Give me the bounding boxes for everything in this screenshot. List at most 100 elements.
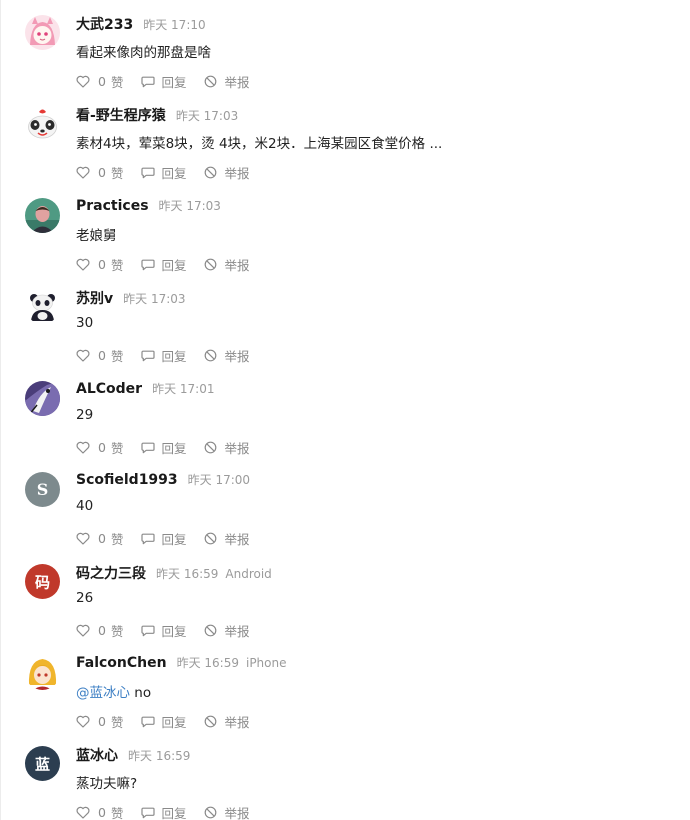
report-button[interactable]: 举报 <box>204 438 250 457</box>
avatar[interactable] <box>25 289 60 324</box>
username[interactable]: FalconChen <box>76 655 167 671</box>
avatar[interactable]: 蓝 <box>25 746 60 781</box>
like-count: 0 <box>98 74 106 89</box>
mention-link[interactable]: @蓝冰心 <box>76 685 130 701</box>
avatar[interactable] <box>25 655 60 690</box>
like-button[interactable]: 0 赞 <box>76 712 123 731</box>
like-count: 0 <box>98 531 106 546</box>
comment-bubble-icon <box>141 259 156 271</box>
report-label: 举报 <box>224 166 250 181</box>
ban-icon <box>205 532 217 545</box>
report-button[interactable]: 举报 <box>204 803 250 820</box>
reply-label: 回复 <box>161 715 187 730</box>
comment-text: 蒸功夫嘛? <box>76 776 138 792</box>
avatar-letter: 码 <box>35 574 50 592</box>
like-label: 赞 <box>110 258 124 273</box>
comment-actions: 0 赞 回复 举报 <box>76 163 250 182</box>
like-count: 0 <box>98 440 106 455</box>
timestamp: 昨天 16:59 <box>156 567 219 581</box>
like-count: 0 <box>98 257 106 272</box>
timestamp: 昨天 17:01 <box>152 382 215 396</box>
reply-button[interactable]: 回复 <box>141 529 186 548</box>
like-count: 0 <box>98 805 106 820</box>
like-count: 0 <box>98 623 106 638</box>
ban-icon <box>205 806 217 819</box>
reply-label: 回复 <box>161 349 187 364</box>
username[interactable]: 码之力三段 <box>76 563 146 583</box>
avatar[interactable] <box>25 106 60 141</box>
comment-text: 老娘舅 <box>76 228 117 244</box>
reply-button[interactable]: 回复 <box>141 255 186 274</box>
comment-text: 30 <box>76 315 94 331</box>
comment-actions: 0 赞 回复 举报 <box>76 803 250 820</box>
like-label: 赞 <box>110 349 124 364</box>
reply-label: 回复 <box>161 441 187 456</box>
report-button[interactable]: 举报 <box>204 163 250 182</box>
report-label: 举报 <box>224 75 250 90</box>
report-button[interactable]: 举报 <box>204 255 250 274</box>
username[interactable]: Practices <box>76 198 149 214</box>
comment-bubble-icon <box>141 716 156 728</box>
report-label: 举报 <box>224 258 250 273</box>
heart-icon <box>76 75 90 88</box>
heart-icon <box>76 806 90 819</box>
like-button[interactable]: 0 赞 <box>76 255 123 274</box>
like-button[interactable]: 0 赞 <box>76 529 123 548</box>
device-label: Android <box>225 567 272 581</box>
username[interactable]: 苏别v <box>76 288 113 308</box>
like-button[interactable]: 0 赞 <box>76 163 123 182</box>
comment-item: 大武233 昨天 17:10 看起来像肉的那盘是啥 0 赞 回复 举报 <box>0 10 690 101</box>
avatar[interactable] <box>25 198 60 233</box>
like-count: 0 <box>98 348 106 363</box>
comment-item: Practices 昨天 17:03 老娘舅 0 赞 回复 举报 <box>0 193 690 284</box>
report-button[interactable]: 举报 <box>204 529 250 548</box>
comment-item: 蓝 蓝冰心 昨天 16:59 蒸功夫嘛? 0 赞 回复 举报 <box>0 741 690 820</box>
comment-item: 苏别v 昨天 17:03 30 0 赞 回复 举报 <box>0 284 690 375</box>
report-button[interactable]: 举报 <box>204 621 250 640</box>
reply-button[interactable]: 回复 <box>141 438 186 457</box>
reply-button[interactable]: 回复 <box>141 712 186 731</box>
reply-button[interactable]: 回复 <box>141 621 186 640</box>
reply-button[interactable]: 回复 <box>141 803 186 820</box>
reply-label: 回复 <box>161 532 187 547</box>
heart-icon <box>76 166 90 179</box>
like-label: 赞 <box>110 441 124 456</box>
comment-text: 40 <box>76 498 94 514</box>
comment-item: S Scofield1993 昨天 17:00 40 0 赞 回复 举报 <box>0 467 690 558</box>
report-label: 举报 <box>224 349 250 364</box>
like-button[interactable]: 0 赞 <box>76 438 123 457</box>
avatar[interactable] <box>25 15 60 50</box>
username[interactable]: Scofield1993 <box>76 472 178 488</box>
avatar[interactable]: 码 <box>25 564 60 599</box>
report-button[interactable]: 举报 <box>204 712 250 731</box>
avatar[interactable]: S <box>25 472 60 507</box>
report-button[interactable]: 举报 <box>204 72 250 91</box>
reply-button[interactable]: 回复 <box>141 163 186 182</box>
timestamp: 昨天 17:10 <box>143 18 206 32</box>
username[interactable]: ALCoder <box>76 381 142 397</box>
avatar-letter: 蓝 <box>35 756 50 774</box>
like-button[interactable]: 0 赞 <box>76 621 123 640</box>
like-count: 0 <box>98 165 106 180</box>
avatar[interactable] <box>25 381 60 416</box>
report-button[interactable]: 举报 <box>204 346 250 365</box>
comment-text: 素材4块，荤菜8块，烫 4块，米2块．上海某园区食堂价格 ... <box>76 136 443 152</box>
like-button[interactable]: 0 赞 <box>76 72 123 91</box>
username[interactable]: 看-野生程序猿 <box>76 105 166 125</box>
username[interactable]: 蓝冰心 <box>76 745 118 765</box>
like-button[interactable]: 0 赞 <box>76 346 123 365</box>
like-label: 赞 <box>110 532 124 547</box>
reply-button[interactable]: 回复 <box>141 346 186 365</box>
reply-button[interactable]: 回复 <box>141 72 186 91</box>
like-label: 赞 <box>110 75 124 90</box>
report-label: 举报 <box>224 441 250 456</box>
ban-icon <box>205 349 217 362</box>
username[interactable]: 大武233 <box>76 14 133 34</box>
comment-text: @蓝冰心 no <box>76 681 151 701</box>
comment-actions: 0 赞 回复 举报 <box>76 72 250 91</box>
comment-actions: 0 赞 回复 举报 <box>76 712 250 731</box>
reply-label: 回复 <box>161 624 187 639</box>
comment-body: no <box>130 685 152 701</box>
like-button[interactable]: 0 赞 <box>76 803 123 820</box>
report-label: 举报 <box>224 715 250 730</box>
